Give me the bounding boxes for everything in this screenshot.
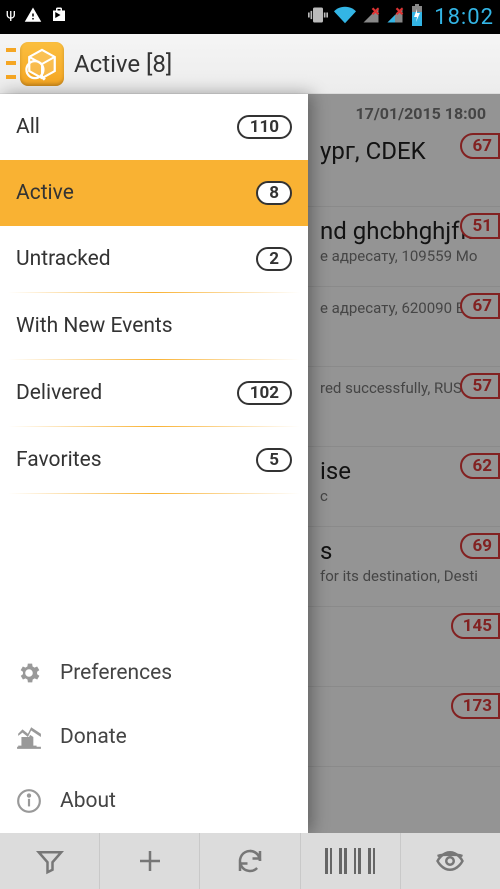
signal-2-icon	[386, 6, 404, 28]
usb-icon: Ψ	[6, 9, 16, 25]
preferences-icon	[16, 660, 42, 686]
scan-barcode-button[interactable]	[301, 833, 401, 889]
drawer-bottom-label: About	[60, 789, 116, 813]
filter-button[interactable]	[0, 833, 100, 889]
drawer-filter-label: Favorites	[16, 448, 102, 472]
view-button[interactable]	[401, 833, 500, 889]
status-bar: Ψ 18:02	[0, 0, 500, 34]
about-icon	[16, 788, 42, 814]
drawer-scrim[interactable]	[308, 94, 500, 833]
drawer-filter-label: Delivered	[16, 381, 102, 405]
page-title: Active [8]	[74, 50, 172, 78]
donate-icon	[16, 724, 42, 750]
drawer-filter-count: 102	[237, 381, 292, 405]
signal-1-icon	[362, 6, 380, 28]
battery-icon	[410, 4, 424, 30]
vibrate-icon	[308, 5, 328, 29]
drawer-filter-label: With New Events	[16, 314, 173, 338]
drawer-filter-all[interactable]: All 110	[0, 94, 308, 160]
drawer-filter-delivered[interactable]: Delivered 102	[0, 360, 308, 426]
drawer-preferences-button[interactable]: Preferences	[0, 641, 308, 705]
drawer-filter-count: 8	[256, 181, 292, 205]
navigation-drawer: All 110 Active 8 Untracked 2 With New Events De…	[0, 94, 308, 833]
app-bar: Active [8]	[0, 34, 500, 94]
play-store-icon	[50, 6, 68, 28]
refresh-button[interactable]	[200, 833, 300, 889]
add-button[interactable]	[100, 833, 200, 889]
drawer-about-button[interactable]: About	[0, 769, 308, 833]
drawer-filter-untracked[interactable]: Untracked 2	[0, 226, 308, 292]
clock: 18:02	[434, 5, 494, 30]
app-icon[interactable]	[20, 42, 64, 86]
drawer-filter-label: Active	[16, 181, 74, 205]
drawer-donate-button[interactable]: Donate	[0, 705, 308, 769]
drawer-bottom-label: Preferences	[60, 661, 172, 685]
drawer-filter-label: All	[16, 115, 40, 139]
barcode-icon	[325, 848, 375, 874]
wifi-icon	[334, 4, 356, 30]
drawer-filter-label: Untracked	[16, 247, 111, 271]
drawer-filter-count: 110	[237, 115, 292, 139]
drawer-toggle-icon[interactable]	[6, 44, 16, 84]
drawer-filter-count: 2	[256, 247, 292, 271]
drawer-filter-active[interactable]: Active 8	[0, 160, 308, 226]
drawer-filter-favorites[interactable]: Favorites 5	[0, 427, 308, 493]
drawer-bottom-label: Donate	[60, 725, 127, 749]
bottom-action-bar	[0, 833, 500, 889]
drawer-filter-with-new-events[interactable]: With New Events	[0, 293, 308, 359]
drawer-filter-count: 5	[256, 448, 292, 472]
warning-icon	[24, 6, 42, 28]
